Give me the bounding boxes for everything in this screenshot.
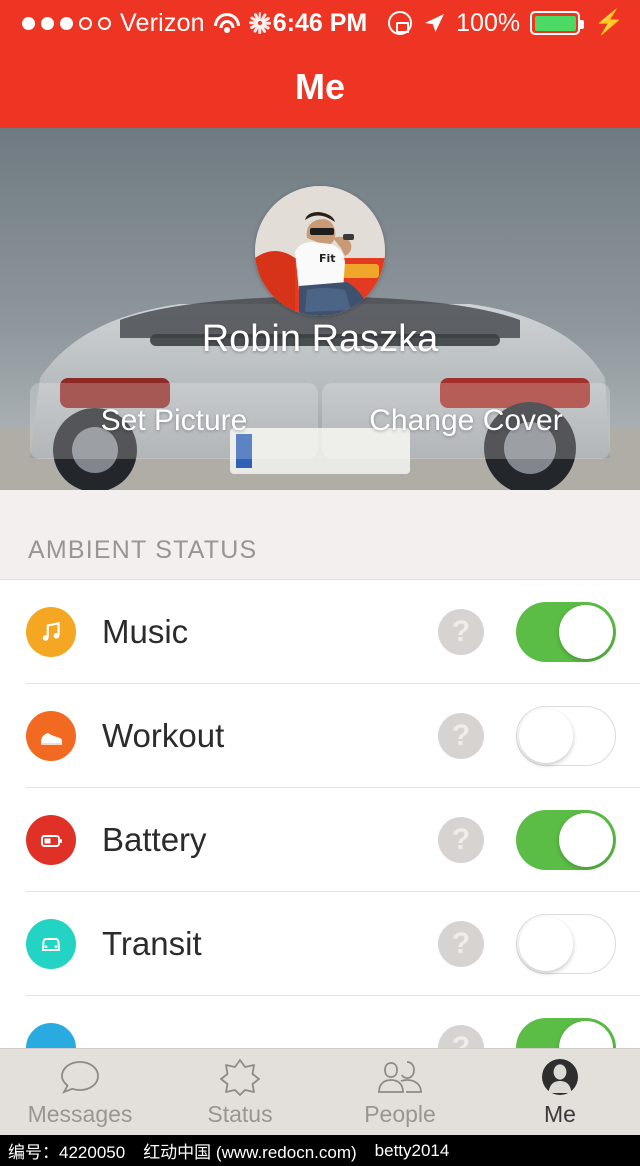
help-button[interactable]: ? bbox=[438, 921, 484, 967]
tab-me[interactable]: Me bbox=[480, 1049, 640, 1135]
tab-messages[interactable]: Messages bbox=[0, 1049, 160, 1135]
list-item-label: Transit bbox=[102, 925, 202, 962]
toggle-knob bbox=[559, 605, 613, 659]
ambient-status-list: Music ? Workout ? Battery ? Transit ? ? bbox=[0, 580, 640, 1048]
set-picture-button[interactable]: Set Picture bbox=[30, 383, 318, 459]
tab-bar: Messages Status People Me bbox=[0, 1048, 640, 1135]
profile-avatar-image: Fit bbox=[255, 186, 385, 316]
navigation-bar: Me bbox=[0, 46, 640, 128]
list-item-label: Music bbox=[102, 613, 189, 650]
people-icon bbox=[378, 1060, 422, 1093]
battery-icon bbox=[530, 11, 585, 35]
signal-strength-dots bbox=[22, 16, 111, 30]
battery-percent-label: 100% bbox=[456, 8, 521, 37]
list-item[interactable]: Battery ? bbox=[0, 788, 640, 892]
list-item[interactable]: Workout ? bbox=[0, 684, 640, 788]
signal-dot-filled bbox=[60, 16, 73, 30]
ambient-status-section-header: AMBIENT STATUS bbox=[0, 490, 640, 580]
battery-icon bbox=[26, 815, 76, 865]
sneaker-icon bbox=[26, 711, 76, 761]
cover-photo[interactable]: Fit Robin Raszka Set Picture Change Cove… bbox=[0, 128, 640, 490]
music-note-icon bbox=[26, 607, 76, 657]
status-bar-left: Verizon bbox=[0, 9, 271, 38]
watermark-site: 红动中国 (www.redocn.com) bbox=[143, 1143, 357, 1162]
tab-people[interactable]: People bbox=[320, 1049, 480, 1135]
car-icon bbox=[26, 919, 76, 969]
partial-icon bbox=[26, 1023, 76, 1048]
tab-label: People bbox=[364, 1100, 436, 1127]
signal-dot-filled bbox=[41, 16, 54, 30]
status-bar: Verizon 6:46 PM 100% ⚡ bbox=[0, 0, 640, 46]
tab-label: Me bbox=[544, 1100, 576, 1127]
speech-bubble-icon bbox=[61, 1060, 99, 1094]
signal-dot-filled bbox=[22, 16, 35, 30]
tab-status[interactable]: Status bbox=[160, 1049, 320, 1135]
carrier-label: Verizon bbox=[120, 8, 205, 37]
toggle-knob bbox=[519, 709, 573, 763]
section-header-label: AMBIENT STATUS bbox=[28, 536, 258, 564]
page-title: Me bbox=[294, 66, 345, 107]
wifi-icon bbox=[213, 12, 240, 33]
list-item[interactable]: ? bbox=[0, 996, 640, 1048]
toggle-knob bbox=[559, 813, 613, 867]
person-avatar-icon bbox=[542, 1058, 578, 1095]
profile-avatar[interactable]: Fit bbox=[255, 186, 385, 316]
help-button[interactable]: ? bbox=[438, 817, 484, 863]
toggle-knob bbox=[559, 1021, 613, 1048]
watermark-id: 编号：4220050 bbox=[8, 1143, 126, 1162]
svg-text:Fit: Fit bbox=[319, 252, 336, 265]
activity-spinner-icon bbox=[248, 12, 271, 34]
help-button[interactable]: ? bbox=[438, 609, 484, 655]
signal-dot-empty bbox=[98, 16, 111, 30]
cover-action-buttons: Set Picture Change Cover bbox=[30, 383, 610, 459]
watermark-bar: 编号：4220050 红动中国 (www.redocn.com) betty20… bbox=[0, 1135, 640, 1166]
tab-label: Status bbox=[207, 1100, 273, 1127]
lightning-bolt-icon: ⚡ bbox=[594, 9, 624, 36]
app-screen: Verizon 6:46 PM 100% ⚡ Me Fit Robin Rasz… bbox=[0, 0, 640, 1166]
toggle-workout[interactable] bbox=[516, 706, 616, 766]
starburst-icon bbox=[220, 1058, 260, 1096]
toggle-partial[interactable] bbox=[516, 1018, 616, 1048]
help-button[interactable]: ? bbox=[438, 1025, 484, 1048]
list-item[interactable]: Transit ? bbox=[0, 892, 640, 996]
tab-label: Messages bbox=[27, 1100, 133, 1127]
toggle-knob bbox=[519, 917, 573, 971]
watermark-user: betty2014 bbox=[374, 1140, 450, 1160]
list-item[interactable]: Music ? bbox=[0, 580, 640, 684]
signal-dot-empty bbox=[79, 16, 92, 30]
toggle-transit[interactable] bbox=[516, 914, 616, 974]
toggle-music[interactable] bbox=[516, 602, 616, 662]
help-button[interactable]: ? bbox=[438, 713, 484, 759]
toggle-battery[interactable] bbox=[516, 810, 616, 870]
rotation-lock-icon bbox=[388, 11, 413, 35]
status-bar-right: 100% ⚡ bbox=[388, 9, 640, 38]
profile-name: Robin Raszka bbox=[201, 318, 439, 360]
list-item-label: Battery bbox=[102, 821, 207, 858]
change-cover-button[interactable]: Change Cover bbox=[322, 383, 610, 459]
list-item-label: Workout bbox=[102, 717, 225, 754]
location-arrow-icon bbox=[425, 14, 445, 32]
